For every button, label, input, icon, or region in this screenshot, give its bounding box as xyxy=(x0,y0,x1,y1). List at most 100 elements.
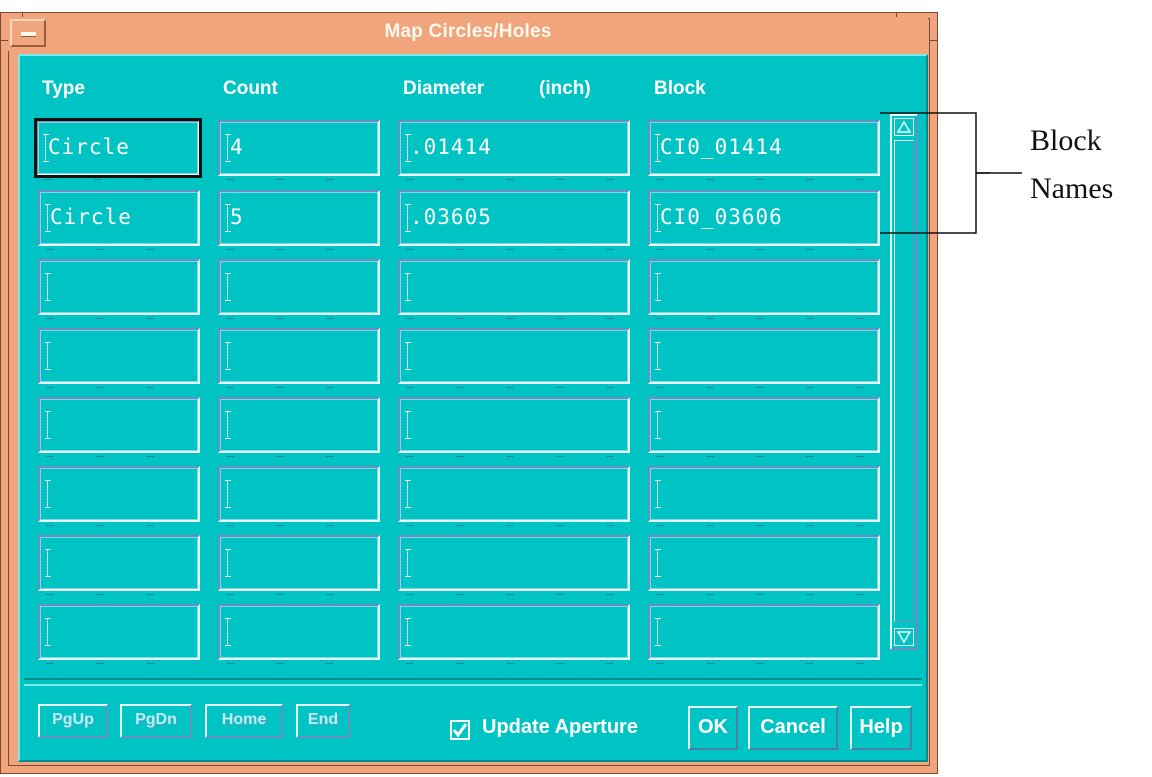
column-header-unit: (inch) xyxy=(539,78,591,99)
text-cursor-icon xyxy=(405,342,411,370)
scroll-down-arrow-icon[interactable] xyxy=(894,628,914,646)
pgup-button[interactable]: PgUp xyxy=(38,704,108,738)
type-field[interactable] xyxy=(38,328,200,388)
frame-corner-tick xyxy=(930,40,938,41)
diameter-field[interactable] xyxy=(398,259,630,319)
text-cursor-icon xyxy=(45,342,51,370)
count-field[interactable] xyxy=(218,328,380,388)
block-field[interactable] xyxy=(648,397,880,457)
text-cursor-icon xyxy=(655,549,661,577)
count-field[interactable]: 5 xyxy=(218,190,380,250)
field-underline xyxy=(46,249,192,250)
text-cursor-icon xyxy=(225,411,231,439)
block-value: CI0_01414 xyxy=(660,135,783,159)
field-underline xyxy=(656,594,872,595)
callout-leader-line xyxy=(976,172,1022,174)
count-field[interactable] xyxy=(218,466,380,526)
help-button[interactable]: Help xyxy=(850,706,912,750)
title-bar[interactable]: Map Circles/Holes xyxy=(8,17,928,51)
text-cursor-icon xyxy=(655,411,661,439)
column-header-type: Type xyxy=(42,78,85,99)
field-underline xyxy=(406,525,622,526)
end-button[interactable]: End xyxy=(296,704,350,738)
type-value: Circle xyxy=(50,205,132,229)
diameter-field[interactable] xyxy=(398,535,630,595)
count-field[interactable] xyxy=(218,604,380,664)
block-field[interactable] xyxy=(648,604,880,664)
block-field[interactable]: CI0_01414 xyxy=(648,120,880,180)
field-underline xyxy=(656,387,872,388)
type-field[interactable] xyxy=(38,397,200,457)
field-underline xyxy=(46,318,192,319)
field-underline xyxy=(656,249,872,250)
count-field[interactable] xyxy=(218,259,380,319)
block-field[interactable] xyxy=(648,328,880,388)
field-underline xyxy=(656,179,872,180)
type-field[interactable] xyxy=(38,466,200,526)
text-cursor-icon xyxy=(655,618,661,646)
diameter-field[interactable]: .01414 xyxy=(398,120,630,180)
update-aperture-label: Update Aperture xyxy=(482,716,638,738)
field-underline xyxy=(46,663,192,664)
block-field[interactable] xyxy=(648,535,880,595)
field-underline xyxy=(46,387,192,388)
callout-label-line2: Names xyxy=(1030,172,1114,205)
frame-corner-tick xyxy=(0,40,8,41)
block-field[interactable] xyxy=(648,259,880,319)
field-underline xyxy=(226,663,372,664)
field-underline xyxy=(44,179,192,180)
dialog-client-area: Type Count Diameter (inch) Block Circle … xyxy=(18,54,928,762)
bottom-separator xyxy=(24,678,922,686)
field-underline xyxy=(406,179,622,180)
text-cursor-icon xyxy=(405,618,411,646)
text-cursor-icon xyxy=(405,549,411,577)
type-field[interactable] xyxy=(38,259,200,319)
block-value: CI0_03606 xyxy=(660,205,783,229)
ok-button[interactable]: OK xyxy=(688,706,738,750)
pgdn-button[interactable]: PgDn xyxy=(120,704,192,738)
diameter-field[interactable] xyxy=(398,328,630,388)
type-field[interactable] xyxy=(38,604,200,664)
diameter-value: .03605 xyxy=(410,205,492,229)
checkbox-checked-icon[interactable] xyxy=(450,720,470,740)
field-underline xyxy=(406,594,622,595)
block-field[interactable] xyxy=(648,466,880,526)
diameter-field[interactable]: .03605 xyxy=(398,190,630,250)
block-field[interactable]: CI0_03606 xyxy=(648,190,880,250)
text-cursor-icon xyxy=(655,342,661,370)
text-cursor-icon xyxy=(655,480,661,508)
column-header-block: Block xyxy=(654,78,706,99)
text-cursor-icon xyxy=(45,618,51,646)
text-cursor-icon xyxy=(225,618,231,646)
field-underline xyxy=(226,525,372,526)
type-field[interactable]: Circle xyxy=(34,118,202,180)
home-button[interactable]: Home xyxy=(205,704,283,738)
diameter-field[interactable] xyxy=(398,397,630,457)
field-underline xyxy=(226,387,372,388)
count-field[interactable] xyxy=(218,535,380,595)
text-cursor-icon xyxy=(225,342,231,370)
count-value: 5 xyxy=(230,205,244,229)
text-cursor-icon xyxy=(45,480,51,508)
field-underline xyxy=(226,179,372,180)
text-cursor-icon xyxy=(45,549,51,577)
type-field[interactable]: Circle xyxy=(38,190,200,250)
field-underline xyxy=(226,594,372,595)
diameter-value: .01414 xyxy=(410,135,492,159)
field-underline xyxy=(406,456,622,457)
text-cursor-icon xyxy=(405,480,411,508)
field-underline xyxy=(46,525,192,526)
window-title: Map Circles/Holes xyxy=(384,21,552,42)
text-cursor-icon xyxy=(405,273,411,301)
text-cursor-icon xyxy=(225,480,231,508)
field-underline xyxy=(406,318,622,319)
count-field[interactable] xyxy=(218,397,380,457)
diameter-field[interactable] xyxy=(398,466,630,526)
count-field[interactable]: 4 xyxy=(218,120,380,180)
field-underline xyxy=(406,663,622,664)
type-field[interactable] xyxy=(38,535,200,595)
field-underline xyxy=(656,525,872,526)
diameter-field[interactable] xyxy=(398,604,630,664)
block-names-callout-bracket xyxy=(880,112,990,234)
cancel-button[interactable]: Cancel xyxy=(748,706,838,750)
